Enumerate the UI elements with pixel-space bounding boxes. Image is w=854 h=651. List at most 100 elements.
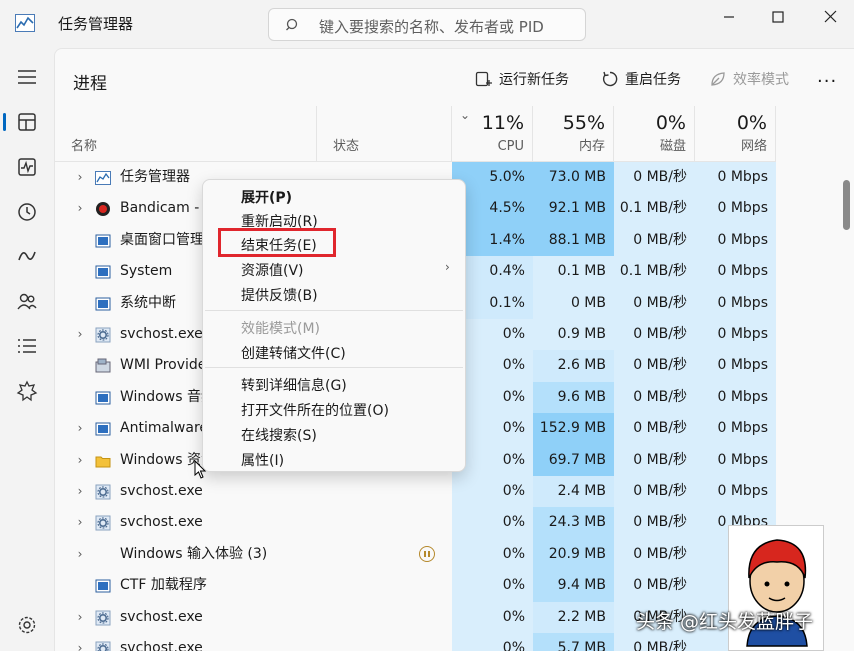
menu-item[interactable]: 创建转储文件(C) <box>241 343 346 363</box>
expand-chevron-icon[interactable]: › <box>73 633 87 651</box>
column-header-memory[interactable]: 55% 内存 <box>533 106 614 162</box>
scrollbar[interactable] <box>843 180 850 230</box>
processes-icon[interactable] <box>15 110 39 134</box>
startup-apps-icon[interactable] <box>15 244 39 268</box>
expand-chevron-icon[interactable]: › <box>73 162 87 193</box>
menu-item: 效能模式(M) <box>241 321 321 337</box>
column-header-name[interactable]: 名称 <box>55 106 317 162</box>
expand-chevron-icon[interactable]: › <box>73 539 87 570</box>
mem-value: 5.7 MB <box>533 633 614 651</box>
process-name: Windows 音频 <box>120 388 215 405</box>
expand-chevron-icon[interactable]: › <box>73 507 87 538</box>
menu-item[interactable]: 在线搜索(S) <box>241 425 317 445</box>
search-box[interactable]: 键入要搜索的名称、发布者或 PID <box>268 8 586 41</box>
menu-item[interactable]: 提供反馈(B) <box>241 285 318 305</box>
window-icon <box>95 297 111 311</box>
net-value: 0 Mbps <box>695 319 776 351</box>
column-header-disk[interactable]: 0% 磁盘 <box>614 106 695 162</box>
expand-chevron-icon[interactable]: › <box>73 319 87 350</box>
table-row[interactable]: › svchost.exe 0% 2.4 MB 0 MB/秒 0 Mbps <box>55 476 854 508</box>
page-title: 进程 <box>73 74 107 94</box>
task-manager-icon <box>15 14 35 32</box>
mem-value: 9.6 MB <box>533 381 614 414</box>
restart-task-label: 重启任务 <box>625 72 681 88</box>
menu-item[interactable]: 展开(P) <box>241 187 292 207</box>
cpu-value: 0% <box>452 633 533 651</box>
expand-chevron-icon[interactable] <box>73 350 87 381</box>
run-new-task-button[interactable]: 运行新任务 <box>475 69 569 89</box>
expand-chevron-icon[interactable] <box>73 382 87 413</box>
network-label: 网络 <box>740 139 767 154</box>
column-header-status[interactable]: 状态 <box>317 106 452 162</box>
settings-icon[interactable] <box>15 613 39 637</box>
process-name: svchost.exe <box>120 514 203 531</box>
record-icon <box>96 202 110 217</box>
mem-value: 2.2 MB <box>533 601 614 633</box>
suspended-status-icon <box>419 545 435 562</box>
mem-value: 0 MB <box>533 287 614 319</box>
sort-chevron-icon: ⌄ <box>460 108 471 122</box>
maximize-icon[interactable] <box>763 6 793 28</box>
leaf-icon <box>711 72 725 86</box>
watermark-text: 头条 @红头发蓝胖子 <box>636 611 814 633</box>
gear-icon <box>95 641 111 651</box>
expand-chevron-icon[interactable]: › <box>73 476 87 507</box>
more-options-icon[interactable]: ··· <box>817 71 837 92</box>
restart-task-button[interactable]: 重启任务 <box>601 69 681 89</box>
users-icon[interactable] <box>15 289 39 313</box>
restart-icon <box>602 71 618 87</box>
net-value: 0 Mbps <box>695 381 776 414</box>
active-nav-indicator <box>3 113 6 131</box>
menu-item[interactable]: 转到详细信息(G) <box>241 375 347 395</box>
hamburger-icon[interactable] <box>15 65 39 89</box>
cpu-value: 0% <box>452 476 533 508</box>
menu-item[interactable]: 打开文件所在的位置(O) <box>241 400 389 420</box>
sidebar <box>0 48 54 651</box>
memory-label: 内存 <box>578 139 605 154</box>
performance-icon[interactable] <box>15 155 39 179</box>
details-icon[interactable] <box>15 334 39 358</box>
expand-chevron-icon[interactable] <box>73 288 87 319</box>
cpu-value: 0% <box>452 507 533 539</box>
services-icon[interactable] <box>15 379 39 403</box>
expand-chevron-icon[interactable]: › <box>73 413 87 444</box>
process-name: System <box>120 263 173 280</box>
minimize-icon[interactable] <box>714 6 744 28</box>
expand-chevron-icon[interactable]: › <box>73 193 87 224</box>
disk-value: 0 MB/秒 <box>614 287 695 319</box>
expand-chevron-icon[interactable]: › <box>73 445 87 476</box>
process-name: 任务管理器 <box>120 169 190 185</box>
disk-value: 0 MB/秒 <box>614 381 695 414</box>
column-header-cpu[interactable]: ⌄ 11% CPU <box>452 106 533 162</box>
window-icon <box>95 391 111 405</box>
disk-label: 磁盘 <box>659 139 686 154</box>
efficiency-mode-button[interactable]: 效率模式 <box>709 69 789 89</box>
cpu-value: 0% <box>452 538 533 571</box>
app-title: 任务管理器 <box>58 15 134 33</box>
menu-item[interactable]: 资源值(V) <box>241 260 304 280</box>
app-history-icon[interactable] <box>15 200 39 224</box>
disk-value: 0.1 MB/秒 <box>614 256 695 288</box>
expand-chevron-icon[interactable] <box>73 225 87 256</box>
gear-icon <box>95 327 111 343</box>
column-header-network[interactable]: 0% 网络 <box>695 106 776 162</box>
column-name-label: 名称 <box>71 139 98 154</box>
menu-item[interactable]: 属性(I) <box>241 450 284 470</box>
process-name: CTF 加载程序 <box>120 577 207 594</box>
disk-value: 0 MB/秒 <box>614 538 695 571</box>
expand-chevron-icon[interactable] <box>73 570 87 601</box>
taskmgr-icon <box>95 171 111 185</box>
efficiency-mode-label: 效率模式 <box>733 72 789 88</box>
menu-separator <box>205 367 463 368</box>
disk-value: 0 MB/秒 <box>614 350 695 382</box>
net-value: 0 Mbps <box>695 444 776 476</box>
process-name: 系统中断 <box>120 294 176 311</box>
expand-chevron-icon[interactable] <box>73 256 87 287</box>
process-name: Antimalware <box>120 420 209 437</box>
expand-chevron-icon[interactable]: › <box>73 602 87 633</box>
run-new-task-label: 运行新任务 <box>499 72 569 88</box>
disk-value: 0 MB/秒 <box>614 444 695 476</box>
close-icon[interactable] <box>815 6 845 28</box>
mem-value: 2.4 MB <box>533 476 614 508</box>
net-value: 0 Mbps <box>695 256 776 288</box>
